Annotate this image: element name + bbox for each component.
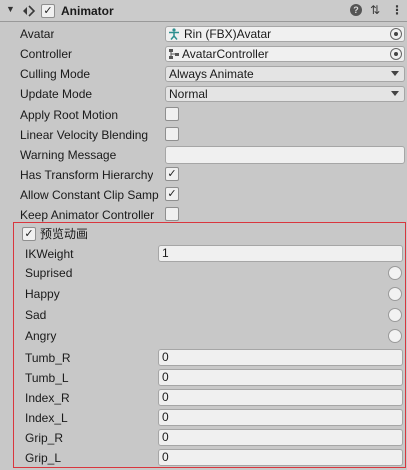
grip-r-field[interactable]: 0 bbox=[158, 429, 403, 446]
culling-mode-value: Always Animate bbox=[169, 67, 254, 81]
finger-label: Index_L bbox=[25, 411, 68, 425]
apply-root-motion-checkbox[interactable] bbox=[165, 107, 179, 121]
foldout-arrow-icon[interactable]: ▼ bbox=[6, 4, 15, 14]
component-title: Animator bbox=[61, 4, 114, 18]
happy-radio[interactable] bbox=[388, 287, 402, 301]
update-mode-value: Normal bbox=[169, 87, 208, 101]
component-enabled-checkbox[interactable]: ✓ bbox=[41, 4, 55, 18]
suprised-radio[interactable] bbox=[388, 266, 402, 280]
update-mode-dropdown[interactable]: Normal bbox=[165, 86, 405, 102]
ikweight-field[interactable]: 1 bbox=[158, 245, 403, 262]
has-transform-hierarchy-checkbox[interactable]: ✓ bbox=[165, 167, 179, 181]
ikweight-label: IKWeight bbox=[25, 247, 74, 261]
expression-label: Happy bbox=[25, 287, 60, 301]
culling-mode-dropdown[interactable]: Always Animate bbox=[165, 66, 405, 82]
component-header: ▼ ✓ Animator ? ⇅ ⋮ bbox=[0, 0, 407, 22]
chevron-down-icon bbox=[391, 71, 399, 76]
sad-radio[interactable] bbox=[388, 308, 402, 322]
preview-animation-label: 预览动画 bbox=[40, 227, 89, 241]
controller-label: Controller bbox=[20, 47, 73, 61]
avatar-label: Avatar bbox=[20, 27, 55, 41]
context-menu-icon[interactable]: ⋮ bbox=[391, 3, 403, 17]
allow-constant-clip-sampling-label: Allow Constant Clip Samp bbox=[20, 188, 159, 202]
angry-radio[interactable] bbox=[388, 329, 402, 343]
finger-label: Tumb_R bbox=[25, 351, 71, 365]
finger-label: Grip_R bbox=[25, 431, 64, 445]
warning-message-label: Warning Message bbox=[20, 148, 117, 162]
controller-field[interactable]: AvatarController bbox=[165, 46, 405, 62]
object-picker-icon[interactable] bbox=[390, 28, 402, 40]
index-r-field[interactable]: 0 bbox=[158, 389, 403, 406]
preview-animation-checkbox[interactable]: ✓ bbox=[22, 227, 36, 241]
chevron-down-icon bbox=[391, 91, 399, 96]
presets-icon[interactable]: ⇅ bbox=[370, 3, 380, 17]
has-transform-hierarchy-label: Has Transform Hierarchy bbox=[20, 168, 154, 182]
tumb-l-field[interactable]: 0 bbox=[158, 369, 403, 386]
keep-animator-controller-checkbox[interactable] bbox=[165, 207, 179, 221]
finger-label: Tumb_L bbox=[25, 371, 69, 385]
keep-animator-controller-label: Keep Animator Controller bbox=[20, 208, 155, 222]
controller-value: AvatarController bbox=[182, 47, 269, 61]
help-icon[interactable]: ? bbox=[350, 4, 362, 16]
expression-label: Suprised bbox=[25, 266, 73, 280]
index-l-field[interactable]: 0 bbox=[158, 409, 403, 426]
animator-icon bbox=[23, 5, 36, 17]
linear-velocity-blending-checkbox[interactable] bbox=[165, 127, 179, 141]
finger-label: Index_R bbox=[25, 391, 70, 405]
expression-label: Sad bbox=[25, 308, 47, 322]
expression-label: Angry bbox=[25, 329, 57, 343]
animator-controller-icon bbox=[169, 49, 179, 59]
linear-velocity-blending-label: Linear Velocity Blending bbox=[20, 128, 149, 142]
warning-message-field[interactable] bbox=[165, 146, 405, 164]
apply-root-motion-label: Apply Root Motion bbox=[20, 108, 119, 122]
tumb-r-field[interactable]: 0 bbox=[158, 349, 403, 366]
grip-l-field[interactable]: 0 bbox=[158, 449, 403, 466]
allow-constant-clip-sampling-checkbox[interactable]: ✓ bbox=[165, 187, 179, 201]
avatar-value: Rin (FBX)Avatar bbox=[184, 27, 272, 41]
finger-label: Grip_L bbox=[25, 451, 62, 465]
avatar-field[interactable]: Rin (FBX)Avatar bbox=[165, 26, 405, 42]
object-picker-icon[interactable] bbox=[390, 48, 402, 60]
avatar-humanoid-icon bbox=[169, 28, 179, 40]
update-mode-label: Update Mode bbox=[20, 87, 93, 101]
culling-mode-label: Culling Mode bbox=[20, 67, 91, 81]
